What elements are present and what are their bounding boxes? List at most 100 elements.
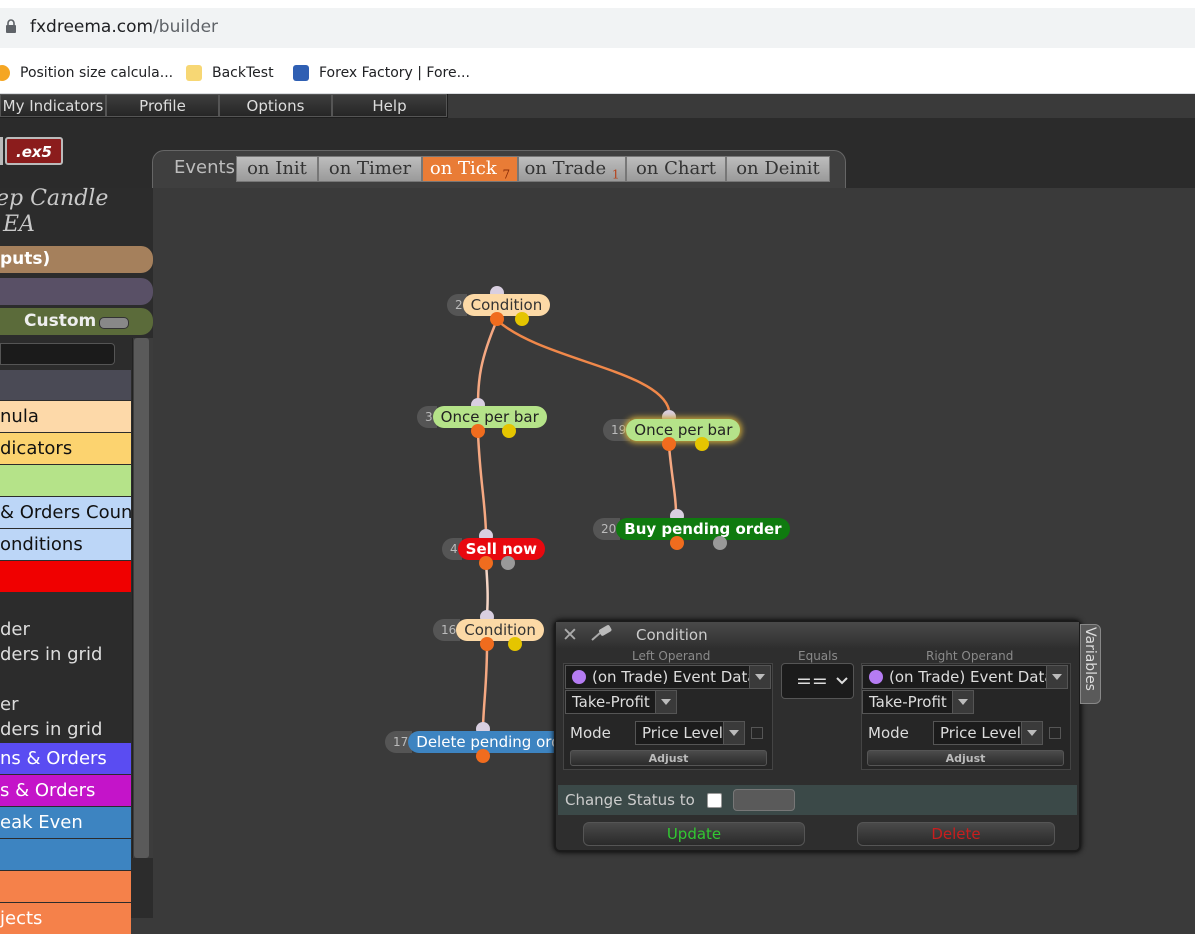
sidebar-category-5[interactable] xyxy=(0,561,131,592)
url-path: /builder xyxy=(153,17,219,37)
custom-pill[interactable]: Custom xyxy=(0,308,153,335)
tab-on-tick[interactable]: on Tick 7 xyxy=(422,156,518,182)
sidebar-category-4[interactable]: onditions xyxy=(0,529,131,560)
left-source-select[interactable]: (on Trade) Event Data xyxy=(565,665,771,689)
node-label: Sell now xyxy=(457,538,545,560)
menu-help[interactable]: Help xyxy=(332,94,447,117)
bookmark-forex-factory[interactable]: Forex Factory | Fore... xyxy=(293,62,470,84)
tab-on-init[interactable]: on Init xyxy=(236,156,318,182)
chevron-down-icon xyxy=(1021,722,1042,744)
menu-options[interactable]: Options xyxy=(219,94,332,117)
node-output-port[interactable] xyxy=(670,536,684,550)
sidebar-category-b3[interactable] xyxy=(0,839,131,870)
left-field-select[interactable]: Take-Profit xyxy=(565,690,677,714)
right-mode-label: Mode xyxy=(868,724,909,742)
right-mode-select[interactable]: Price Level xyxy=(933,721,1043,745)
sidebar-category-b2[interactable]: eak Even xyxy=(0,807,131,838)
right-mode-value: Price Level xyxy=(940,724,1021,742)
block-node-4[interactable]: 4 Sell now xyxy=(442,538,545,560)
node-output-port[interactable] xyxy=(508,637,522,651)
inputs-pill[interactable]: puts) xyxy=(0,246,153,273)
left-mode-checkbox[interactable] xyxy=(751,727,763,739)
node-output-port[interactable] xyxy=(695,437,709,451)
bookmark-label: Forex Factory | Fore... xyxy=(319,65,470,81)
node-output-port[interactable] xyxy=(713,536,727,550)
bookmark-label: BackTest xyxy=(212,65,274,81)
node-label: Condition xyxy=(456,619,544,641)
pin-icon[interactable] xyxy=(588,624,614,642)
chevron-down-icon xyxy=(749,666,770,688)
chevron-down-icon xyxy=(655,691,676,713)
sidebar-block-0[interactable]: der xyxy=(0,619,30,640)
left-mode-select[interactable]: Price Level xyxy=(635,721,745,745)
node-output-port[interactable] xyxy=(480,637,494,651)
project-title: ep Candle EA xyxy=(0,186,108,238)
right-adjust-button[interactable]: Adjust xyxy=(867,750,1064,766)
sidebar-group-pill[interactable] xyxy=(0,278,153,305)
chevron-down-icon xyxy=(1046,666,1067,688)
node-output-port[interactable] xyxy=(502,424,516,438)
dialog-header[interactable] xyxy=(556,622,1079,648)
sidebar-category-1[interactable]: dicators xyxy=(0,433,131,464)
node-output-port[interactable] xyxy=(476,749,490,763)
project-title-line2: EA xyxy=(2,212,35,237)
bookmark-backtest[interactable]: BackTest xyxy=(186,62,274,84)
change-status-label: Change Status to xyxy=(565,791,695,809)
chevron-down-icon xyxy=(952,691,973,713)
events-label: Events xyxy=(174,157,235,178)
block-search-input[interactable] xyxy=(0,343,115,365)
tab-label: on Trade xyxy=(524,158,607,179)
sidebar-category-b5[interactable]: jects xyxy=(0,903,131,934)
app-menu-bar: My Indicators Profile Options Help xyxy=(0,94,448,118)
menu-profile[interactable]: Profile xyxy=(106,94,219,117)
node-output-port[interactable] xyxy=(501,556,515,570)
node-label: Once per bar xyxy=(626,419,741,441)
right-mode-checkbox[interactable] xyxy=(1049,727,1061,739)
toggle-switch[interactable] xyxy=(99,317,129,329)
menu-my-indicators[interactable]: My Indicators xyxy=(0,94,106,117)
sidebar-block-1[interactable]: ders in grid xyxy=(0,644,102,665)
node-output-port[interactable] xyxy=(662,437,676,451)
sidebar-category-b1[interactable]: s & Orders xyxy=(0,775,131,806)
block-node-20[interactable]: 20 Buy pending order xyxy=(593,518,790,540)
url-text[interactable]: fxdreema.com/builder xyxy=(30,17,218,37)
sidebar-category-b0[interactable]: ns & Orders xyxy=(0,743,131,774)
change-status-checkbox[interactable] xyxy=(707,793,722,808)
event-data-icon xyxy=(572,670,586,684)
sidebar-row-blank[interactable] xyxy=(0,370,131,400)
left-adjust-button[interactable]: Adjust xyxy=(570,750,767,766)
dialog-title: Condition xyxy=(636,626,708,644)
toolbar-button-partial[interactable] xyxy=(0,137,3,165)
tab-on-timer[interactable]: on Timer xyxy=(318,156,422,182)
tab-on-chart[interactable]: on Chart xyxy=(626,156,726,182)
sidebar-block-2[interactable]: er xyxy=(0,694,18,715)
node-output-port[interactable] xyxy=(515,312,529,326)
left-field-value: Take-Profit xyxy=(572,693,650,711)
delete-button[interactable]: Delete xyxy=(857,822,1055,846)
ex5-button[interactable]: .ex5 xyxy=(5,137,63,165)
update-button[interactable]: Update xyxy=(583,822,805,846)
sidebar-category-0[interactable]: nula xyxy=(0,401,131,432)
scrollbar-thumb[interactable] xyxy=(134,338,149,858)
sidebar-category-2[interactable] xyxy=(0,465,131,496)
node-output-port[interactable] xyxy=(479,556,493,570)
sidebar-category-b4[interactable] xyxy=(0,871,131,902)
node-output-port[interactable] xyxy=(490,312,504,326)
bookmark-position-size[interactable]: Position size calcula... xyxy=(0,62,173,84)
operator-select[interactable]: == xyxy=(781,663,854,699)
node-label: Condition xyxy=(462,294,551,316)
sidebar-category-3[interactable]: & Orders Count xyxy=(0,497,131,528)
sidebar-block-3[interactable]: ders in grid xyxy=(0,719,102,740)
node-label: Buy pending order xyxy=(616,518,790,540)
change-status-input[interactable] xyxy=(733,789,795,811)
right-source-value: (on Trade) Event Data xyxy=(889,668,1054,686)
tab-on-trade[interactable]: on Trade 1 xyxy=(518,156,626,182)
variables-tab[interactable]: Variables xyxy=(1080,624,1101,704)
tab-on-deinit[interactable]: on Deinit xyxy=(726,156,830,182)
block-node-17[interactable]: 17 Delete pending ord xyxy=(385,731,569,753)
close-icon[interactable]: ✕ xyxy=(562,624,578,646)
node-label: Once per bar xyxy=(432,406,547,428)
right-source-select[interactable]: (on Trade) Event Data xyxy=(862,665,1068,689)
right-field-select[interactable]: Take-Profit xyxy=(862,690,974,714)
node-output-port[interactable] xyxy=(471,424,485,438)
